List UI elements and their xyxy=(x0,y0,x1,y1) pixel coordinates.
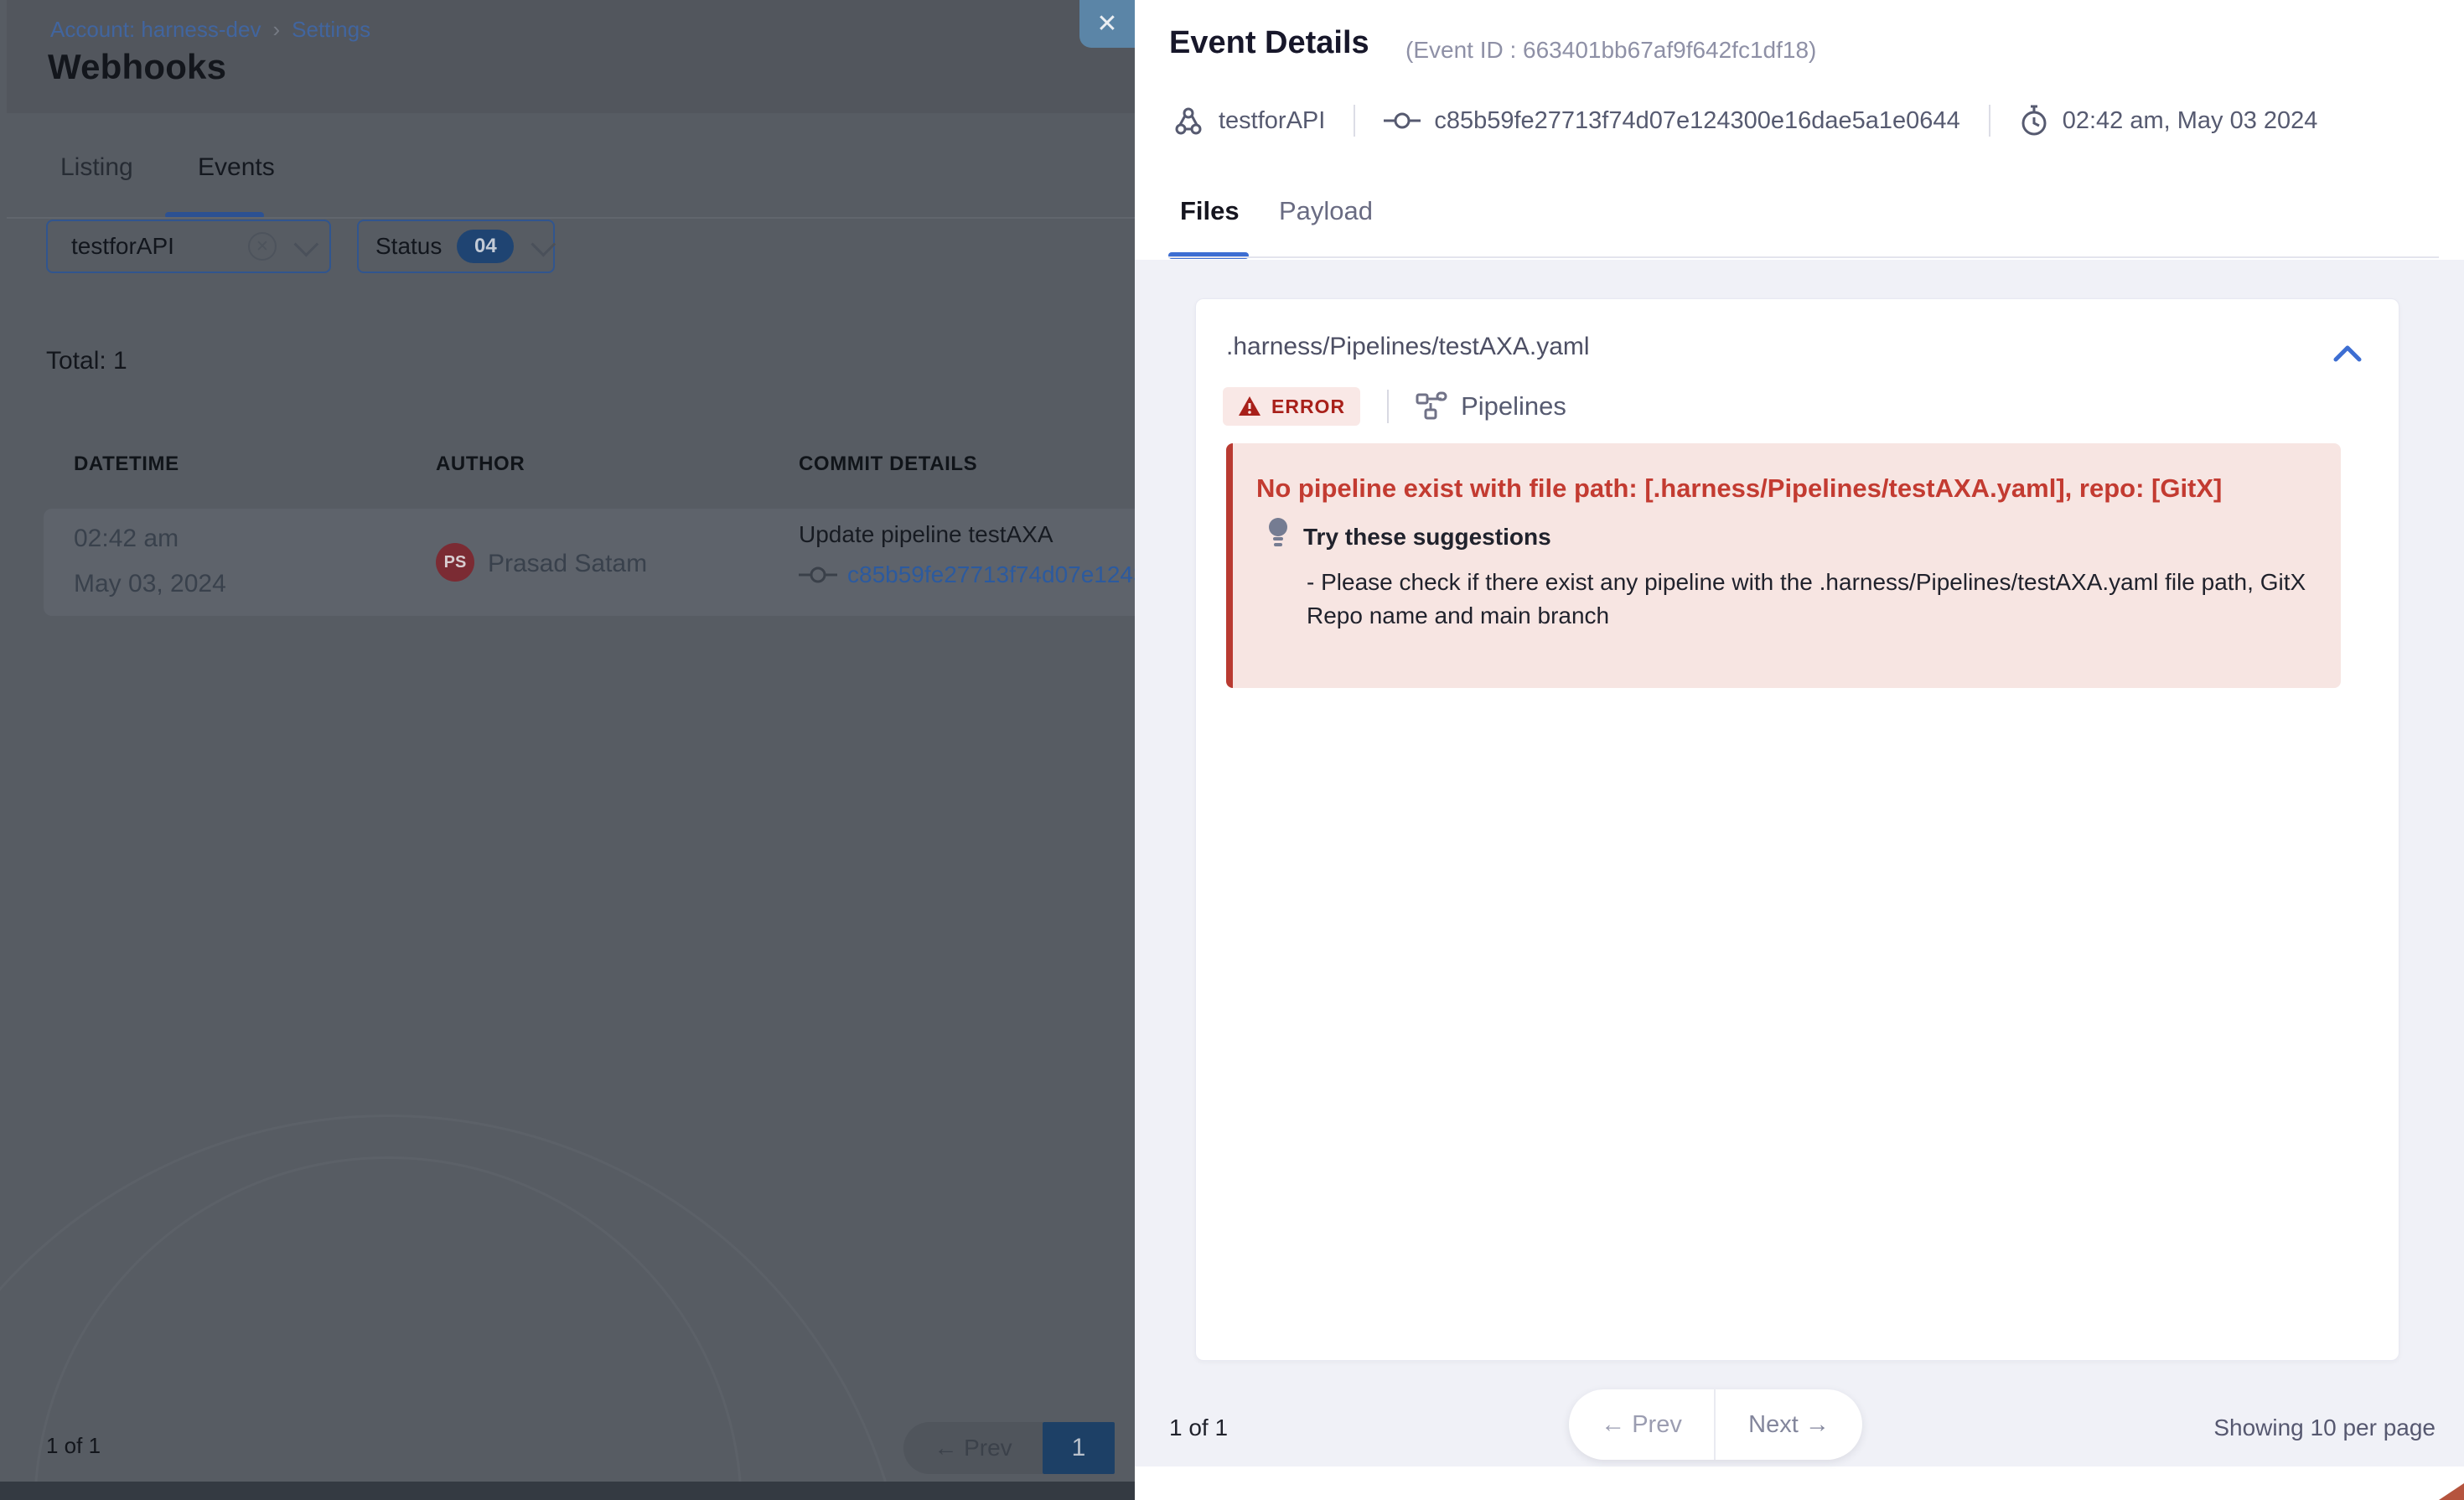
row-commit-message: Update pipeline testAXA xyxy=(799,521,1053,548)
meta-separator xyxy=(1989,105,1990,137)
breadcrumb-settings-link[interactable]: Settings xyxy=(292,17,370,43)
avatar: PS xyxy=(436,543,474,582)
chevron-up-icon[interactable] xyxy=(2333,344,2362,363)
row-author: Prasad Satam xyxy=(488,550,647,578)
bottom-bar xyxy=(0,1482,1135,1500)
entity-type: Pipelines xyxy=(1416,391,1566,422)
status-count-badge: 04 xyxy=(457,230,514,263)
meta-time: 02:42 am, May 03 2024 xyxy=(2019,105,2318,137)
pagination: ← Prev 1 xyxy=(903,1422,1115,1474)
tab-files[interactable]: Files xyxy=(1180,196,1240,226)
tab-payload[interactable]: Payload xyxy=(1279,196,1373,226)
close-drawer-button[interactable]: ✕ xyxy=(1079,0,1135,48)
commit-hash-link[interactable]: c85b59fe27713f74d07e124300e16dae5a1e0644 xyxy=(847,561,1135,588)
error-status-badge: ERROR xyxy=(1223,387,1360,426)
tabs-divider xyxy=(7,217,1135,219)
meta-webhook-name: testforAPI xyxy=(1219,107,1325,135)
webhooks-page-dimmed: Account: harness-dev › Settings Webhooks… xyxy=(0,0,1135,1500)
prev-page-button[interactable]: ← Prev xyxy=(1569,1389,1716,1460)
event-id: (Event ID : 663401bb67af9f642fc1df18) xyxy=(1405,37,1816,64)
file-result-card: .harness/Pipelines/testAXA.yaml ERROR xyxy=(1195,298,2399,1361)
breadcrumb-account-link[interactable]: Account: harness-dev xyxy=(50,17,261,43)
warning-triangle-icon xyxy=(1238,396,1261,417)
status-separator xyxy=(1387,390,1389,423)
tab-events[interactable]: Events xyxy=(198,153,275,182)
status-row: ERROR Pipelines xyxy=(1223,386,1566,427)
background-arc-decoration xyxy=(0,1115,910,1500)
prev-page-button[interactable]: ← Prev xyxy=(903,1422,1043,1474)
total-count: Total: 1 xyxy=(46,347,127,375)
meta-time-value: 02:42 am, May 03 2024 xyxy=(2063,107,2318,135)
pipelines-icon xyxy=(1416,391,1447,422)
table-row[interactable]: 02:42 am May 03, 2024 PS Prasad Satam Up… xyxy=(44,509,1135,616)
commit-icon xyxy=(799,565,837,585)
column-header-commit-details: COMMIT DETAILS xyxy=(799,453,977,476)
lightbulb-icon xyxy=(1266,517,1290,551)
webhook-icon xyxy=(1172,104,1205,137)
event-details-drawer: Event Details (Event ID : 663401bb67af9f… xyxy=(1135,0,2464,1500)
error-message-box: No pipeline exist with file path: [.harn… xyxy=(1226,443,2341,688)
webhook-filter-value: testforAPI xyxy=(71,233,174,260)
error-status-label: ERROR xyxy=(1271,396,1345,418)
drawer-bottom-strip xyxy=(1135,1466,2464,1500)
breadcrumb: Account: harness-dev › Settings xyxy=(50,17,370,43)
per-page-label: Showing 10 per page xyxy=(2213,1415,2436,1441)
meta-commit: c85b59fe27713f74d07e124300e16dae5a1e0644 xyxy=(1384,107,1959,135)
page-summary: 1 of 1 xyxy=(46,1433,101,1459)
error-message: No pipeline exist with file path: [.harn… xyxy=(1256,473,2222,504)
chevron-down-icon[interactable] xyxy=(293,231,318,256)
clock-icon xyxy=(2019,105,2049,137)
row-time: 02:42 am xyxy=(74,525,179,553)
next-page-button[interactable]: Next → xyxy=(1716,1389,1862,1460)
meta-separator xyxy=(1354,105,1355,137)
tabs-border xyxy=(1168,256,2439,258)
file-path: .harness/Pipelines/testAXA.yaml xyxy=(1226,333,1590,361)
column-header-datetime: DATETIME xyxy=(74,453,179,476)
tab-listing[interactable]: Listing xyxy=(60,153,133,182)
meta-commit-hash: c85b59fe27713f74d07e124300e16dae5a1e0644 xyxy=(1434,107,1959,135)
meta-webhook: testforAPI xyxy=(1172,104,1325,137)
event-meta-row: testforAPI c85b59fe27713f74d07e124300e16… xyxy=(1172,102,2317,139)
chevron-down-icon[interactable] xyxy=(531,231,556,256)
page-title: Webhooks xyxy=(48,47,226,87)
status-filter-dropdown[interactable]: Status 04 xyxy=(357,220,555,273)
commit-icon xyxy=(1384,111,1421,131)
row-date: May 03, 2024 xyxy=(74,570,226,598)
suggestions-heading: Try these suggestions xyxy=(1303,524,1551,551)
breadcrumb-separator: › xyxy=(272,17,280,43)
status-filter-label: Status xyxy=(375,233,442,260)
drawer-pagination: ← Prev Next → xyxy=(1569,1389,1862,1460)
drawer-title: Event Details xyxy=(1169,25,1369,61)
clear-filter-icon[interactable]: ✕ xyxy=(248,232,277,261)
suggestions-text: - Please check if there exist any pipeli… xyxy=(1307,566,2354,633)
corner-decoration xyxy=(2439,1483,2464,1500)
drawer-page-summary: 1 of 1 xyxy=(1169,1415,1228,1441)
drawer-body: .harness/Pipelines/testAXA.yaml ERROR xyxy=(1135,260,2464,1466)
column-header-author: AUTHOR xyxy=(436,453,525,476)
page-1-button[interactable]: 1 xyxy=(1043,1422,1115,1474)
webhook-filter-dropdown[interactable]: testforAPI ✕ xyxy=(46,220,331,273)
close-icon: ✕ xyxy=(1096,9,1117,39)
entity-type-label: Pipelines xyxy=(1461,391,1566,422)
